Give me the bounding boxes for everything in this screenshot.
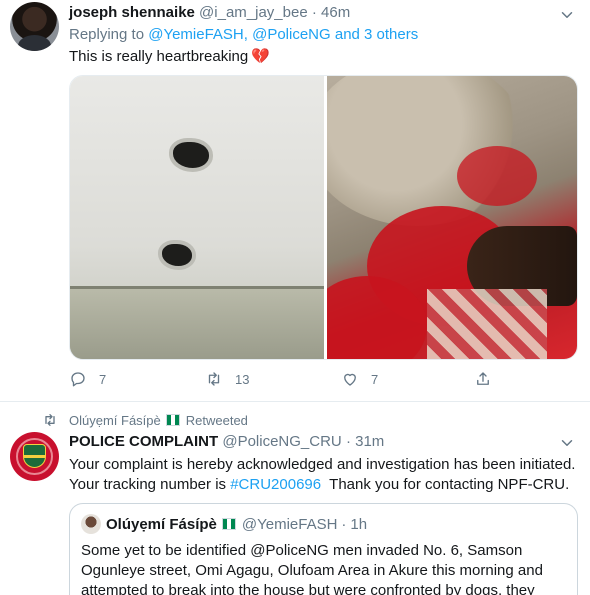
quoted-tweet[interactable]: Olúyẹmí Fásípè @YemieFASH · 1h Some yet …	[69, 503, 578, 595]
retweet-icon	[45, 414, 55, 426]
wall-hole	[173, 142, 209, 168]
media-image-wall-holes[interactable]	[70, 76, 324, 359]
tweet-header: joseph shennaike @i_am_jay_bee · 46m	[69, 4, 350, 21]
separator-dot: ·	[345, 433, 351, 450]
user-handle[interactable]: @PoliceNG_CRU	[222, 433, 341, 450]
user-handle[interactable]: @i_am_jay_bee	[199, 4, 308, 21]
tweet-text-content: This is really heartbreaking	[69, 48, 249, 65]
user-handle: @YemieFASH	[241, 515, 338, 533]
retweet-count: 13	[235, 371, 250, 387]
nigeria-flag-icon	[221, 518, 236, 530]
broken-heart-icon: 💔	[251, 48, 270, 65]
tweet-actions: 7 13 7	[69, 370, 509, 392]
tracking-hashtag-link[interactable]: #CRU200696	[230, 476, 321, 493]
tweet-text: Your complaint is hereby acknowledged an…	[69, 455, 579, 495]
reply-count: 7	[99, 371, 107, 387]
tweet-header: POLICE COMPLAINT @PoliceNG_CRU · 31m	[69, 433, 384, 450]
quoted-tweet-header: Olúyẹmí Fásípè @YemieFASH · 1h	[81, 514, 367, 534]
tweet-text-line: Your tracking number is #CRU200696 Thank…	[69, 475, 579, 495]
display-name[interactable]: joseph shennaike	[69, 4, 195, 21]
like-button[interactable]: 7	[341, 370, 378, 388]
heart-icon	[344, 373, 356, 386]
tweet-text: This is really heartbreaking 💔	[69, 47, 270, 65]
separator-dot: ·	[341, 515, 347, 533]
share-icon	[477, 372, 489, 385]
timestamp[interactable]: 46m	[321, 4, 350, 21]
retweet-context: Olúyẹmí Fásípè Retweeted	[42, 412, 248, 428]
replying-prefix: Replying to	[69, 26, 149, 43]
avatar[interactable]	[10, 2, 59, 51]
retweet-button[interactable]: 13	[205, 370, 249, 388]
display-name[interactable]: POLICE COMPLAINT	[69, 433, 218, 450]
display-name: Olúyẹmí Fásípè	[106, 515, 217, 533]
tweet-media[interactable]	[69, 75, 578, 360]
timestamp[interactable]: 31m	[355, 433, 384, 450]
like-count: 7	[371, 371, 379, 387]
chevron-down-icon[interactable]	[558, 6, 576, 24]
wall-hole	[162, 244, 192, 266]
tweet-text-line: Your complaint is hereby acknowledged an…	[69, 456, 576, 473]
quoted-tweet-text: Some yet to be identified @PoliceNG men …	[81, 542, 543, 595]
reply-icon	[71, 372, 85, 387]
tweet-joseph-shennaike[interactable]: joseph shennaike @i_am_jay_bee · 46m Rep…	[0, 0, 590, 402]
share-button[interactable]	[474, 370, 504, 388]
tracking-prefix: Your tracking number is	[69, 476, 231, 493]
reply-button[interactable]: 7	[69, 370, 106, 388]
tracking-suffix: Thank you for contacting NPF-CRU.	[321, 476, 570, 493]
chevron-down-icon[interactable]	[558, 434, 576, 452]
retweeter-name[interactable]: Olúyẹmí Fásípè	[69, 413, 161, 428]
replying-to: Replying to @YemieFASH, @PoliceNG and 3 …	[69, 26, 418, 43]
retweeted-label: Retweeted	[185, 412, 248, 428]
media-image-injured-dog[interactable]	[327, 76, 577, 359]
retweet-icon	[208, 372, 220, 386]
avatar[interactable]	[10, 432, 59, 481]
tweet-divider	[0, 401, 590, 402]
replying-to-users-link[interactable]: @YemieFASH, @PoliceNG and 3 others	[148, 26, 418, 43]
avatar	[81, 514, 101, 534]
police-badge-icon	[23, 444, 46, 468]
timestamp: 1h	[350, 515, 368, 533]
nigeria-flag-icon	[165, 414, 180, 426]
separator-dot: ·	[311, 4, 317, 21]
